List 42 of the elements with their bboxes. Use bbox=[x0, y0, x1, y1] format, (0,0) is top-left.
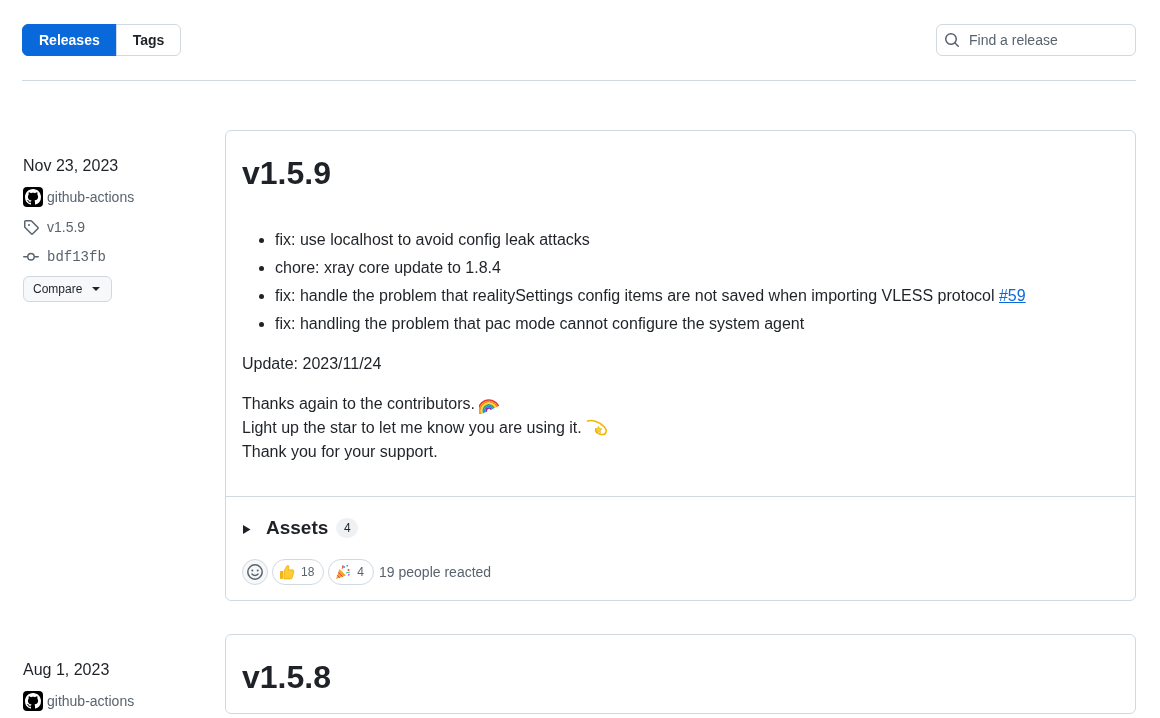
commit-link[interactable]: bdf13fb bbox=[47, 247, 106, 267]
thumbs-up-icon bbox=[279, 564, 295, 580]
search-icon bbox=[944, 32, 960, 48]
release-title[interactable]: v1.5.8 bbox=[242, 657, 1119, 697]
bullet-icon bbox=[259, 238, 264, 243]
add-reaction-button[interactable] bbox=[242, 559, 268, 585]
smiley-icon bbox=[247, 564, 263, 580]
note-line: Thanks again to the contributors. bbox=[242, 394, 476, 414]
issue-link[interactable]: #59 bbox=[998, 287, 1026, 304]
author-link[interactable]: github-actions bbox=[47, 691, 135, 711]
release-date: Aug 1, 2023 bbox=[23, 660, 110, 680]
bullet-icon bbox=[259, 266, 264, 271]
note-line: Light up the star to let me know you are using it. bbox=[242, 418, 582, 438]
commit-icon bbox=[23, 252, 39, 262]
list-item-text: chore: xray core update to 1.8.4 bbox=[275, 258, 501, 278]
dizzy-star-icon bbox=[585, 418, 608, 438]
tab[interactable]: Releases bbox=[22, 24, 117, 56]
author-link[interactable]: github-actions bbox=[47, 187, 135, 207]
tab[interactable]: Tags bbox=[115, 24, 182, 56]
list-item-text: fix: handle the problem that realitySettings config items are not saved when importing VLESS protocol #59 bbox=[275, 286, 1026, 306]
reaction-button[interactable]: 18 bbox=[272, 559, 325, 585]
avatar-icon bbox=[23, 187, 43, 207]
assets-heading[interactable]: Assets bbox=[266, 513, 329, 543]
reaction-summary: 19 people reacted bbox=[379, 563, 492, 582]
caret-icon bbox=[92, 287, 101, 291]
tag-link[interactable]: v1.5.9 bbox=[47, 217, 86, 237]
update-note: Update: 2023/11/24 bbox=[242, 354, 383, 374]
list-item-text: fix: use localhost to avoid config leak attacks bbox=[275, 230, 590, 250]
party-popper-icon bbox=[335, 564, 352, 580]
disclosure-triangle-icon[interactable] bbox=[242, 524, 251, 534]
note-line: Thank you for your support. bbox=[242, 442, 438, 462]
bullet-icon bbox=[259, 322, 264, 327]
search-field[interactable]: Find a release bbox=[936, 24, 1136, 56]
bullet-icon bbox=[259, 294, 264, 299]
tag-icon bbox=[23, 219, 39, 235]
reaction-button[interactable]: 4 bbox=[328, 559, 375, 585]
avatar-icon bbox=[23, 691, 43, 711]
release-date: Nov 23, 2023 bbox=[23, 156, 119, 176]
list-item-text: fix: handling the problem that pac mode cannot configure the system agent bbox=[275, 314, 805, 334]
compare-button[interactable]: Compare bbox=[23, 276, 113, 302]
release-title[interactable]: v1.5.9 bbox=[242, 153, 1119, 193]
assets-counter: 4 bbox=[336, 518, 359, 538]
